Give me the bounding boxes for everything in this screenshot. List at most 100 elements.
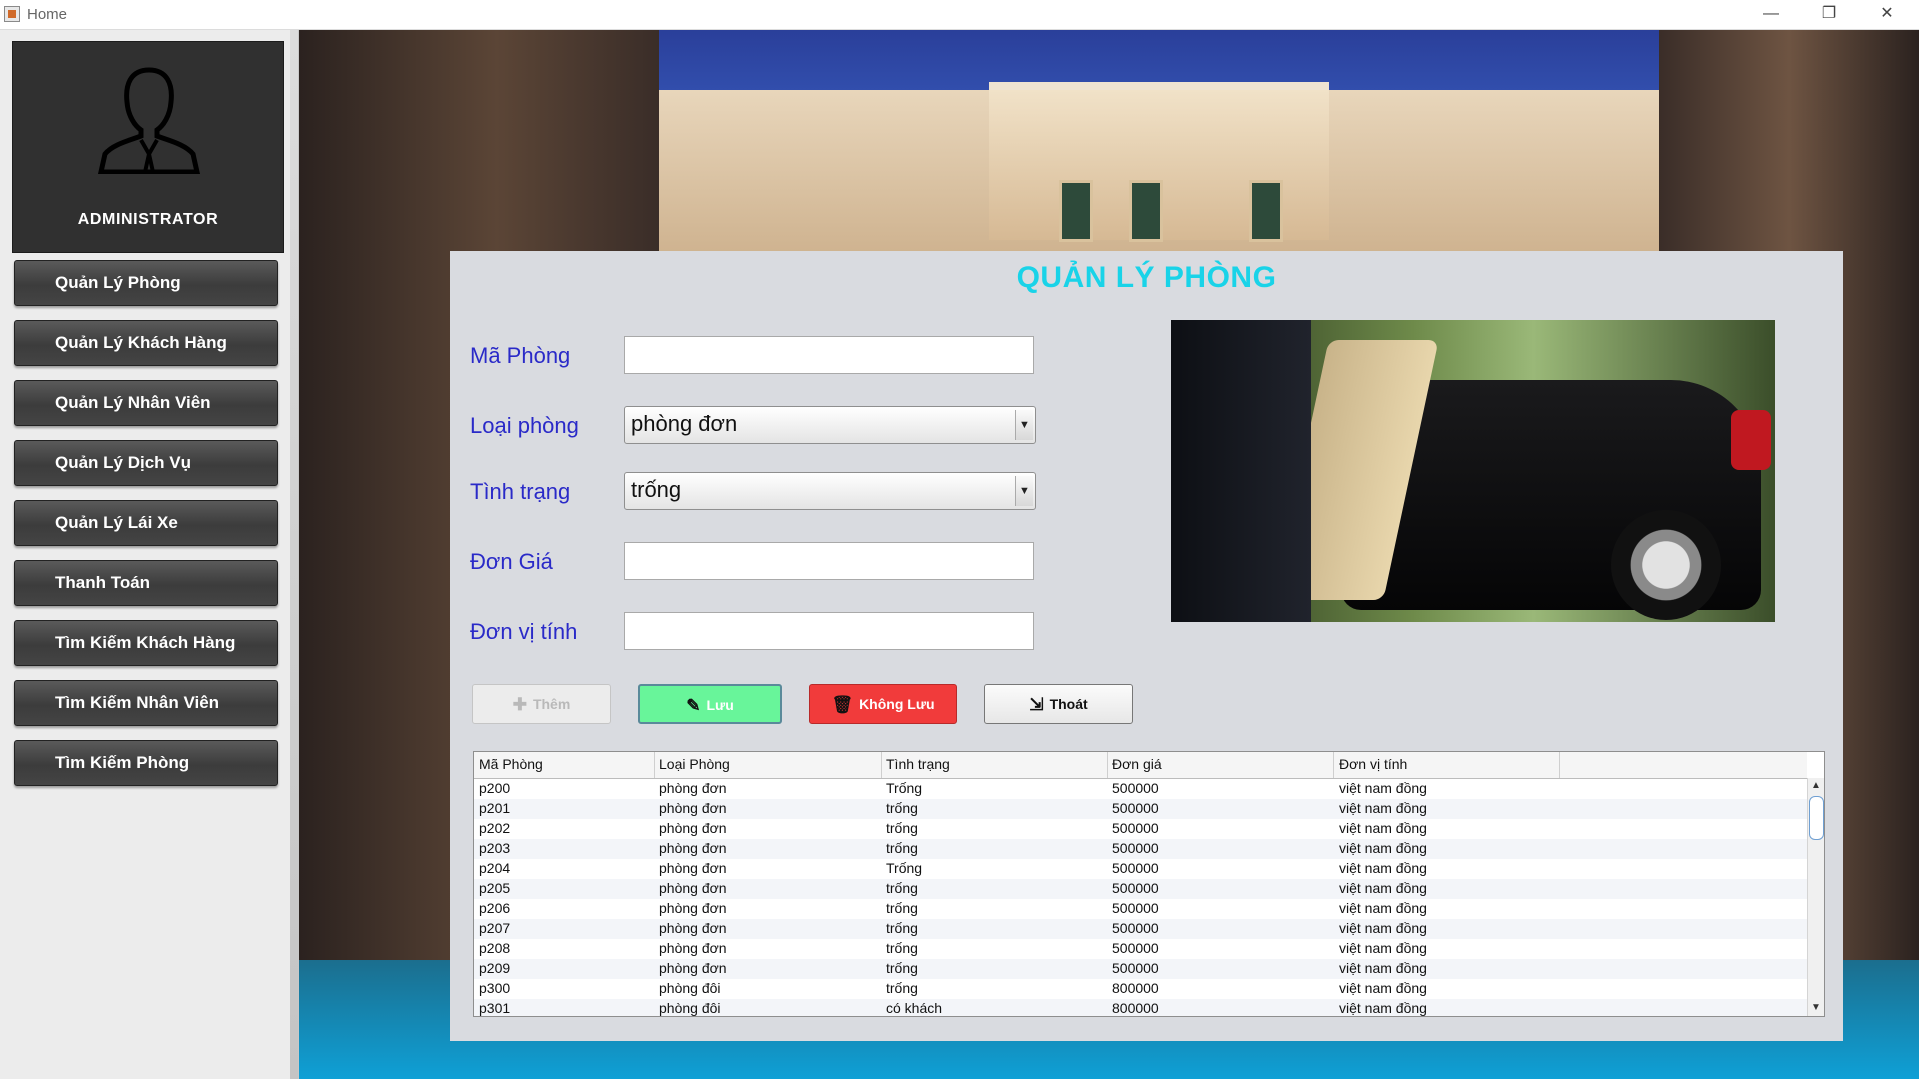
table-row[interactable]: p208 phòng đơn trống 500000 việt nam đồng: [474, 939, 1807, 959]
column-separator[interactable]: [1333, 752, 1334, 778]
thoat-button[interactable]: ⇲ Thoát: [984, 684, 1133, 724]
sidebar-item-tim-kiem-nhan-vien[interactable]: Tìm Kiếm Nhân Viên: [14, 680, 278, 726]
column-separator[interactable]: [1559, 752, 1560, 778]
cell-ma-phong: p208: [479, 940, 511, 956]
table-row[interactable]: p205 phòng đơn trống 500000 việt nam đồng: [474, 879, 1807, 899]
column-header-loai-phong[interactable]: Loại Phòng: [659, 756, 730, 772]
table-row[interactable]: p204 phòng đơn Trống 500000 việt nam đồng: [474, 859, 1807, 879]
cell-loai-phong: phòng đơn: [659, 800, 727, 816]
cell-don-vi-tinh: việt nam đồng: [1339, 980, 1427, 996]
sidebar-item-quan-ly-khach-hang[interactable]: Quản Lý Khách Hàng: [14, 320, 278, 366]
column-header-don-vi-tinh[interactable]: Đơn vị tính: [1339, 756, 1407, 772]
cell-loai-phong: phòng đơn: [659, 920, 727, 936]
khong-luu-button-label: Không Lưu: [859, 696, 935, 712]
table-row[interactable]: p300 phòng đôi trống 800000 việt nam đồng: [474, 979, 1807, 999]
cell-loai-phong: phòng đơn: [659, 880, 727, 896]
column-separator[interactable]: [654, 752, 655, 778]
cell-tinh-trang: trống: [886, 800, 918, 816]
scroll-up-arrow-icon[interactable]: ▲: [1808, 778, 1824, 794]
cell-tinh-trang: trống: [886, 940, 918, 956]
page-title: QUẢN LÝ PHÒNG: [1016, 261, 1277, 294]
luu-button[interactable]: ✎ Lưu: [638, 684, 782, 724]
cell-don-gia: 500000: [1112, 860, 1159, 876]
loai-phong-label: Loại phòng: [470, 413, 579, 438]
chevron-down-icon[interactable]: ▼: [1015, 410, 1033, 440]
cell-don-vi-tinh: việt nam đồng: [1339, 960, 1427, 976]
luu-button-label: Lưu: [706, 697, 734, 713]
hotel-window: [1129, 180, 1163, 242]
column-header-don-gia[interactable]: Đơn giá: [1112, 756, 1162, 772]
sidebar-item-quan-ly-dich-vu[interactable]: Quản Lý Dịch Vụ: [14, 440, 278, 486]
cell-ma-phong: p203: [479, 840, 511, 856]
cell-don-vi-tinh: việt nam đồng: [1339, 900, 1427, 916]
cell-don-gia: 500000: [1112, 840, 1159, 856]
table-row[interactable]: p207 phòng đơn trống 500000 việt nam đồng: [474, 919, 1807, 939]
room-table[interactable]: Mã Phòng Loại Phòng Tình trạng Đơn giá Đ…: [473, 751, 1825, 1017]
hotel-window: [1249, 180, 1283, 242]
sidebar-item-quan-ly-phong[interactable]: Quản Lý Phòng: [14, 260, 278, 306]
window-title: Home: [27, 6, 68, 23]
cell-ma-phong: p300: [479, 980, 511, 996]
table-row[interactable]: p301 phòng đôi có khách 800000 việt nam đồng: [474, 999, 1807, 1016]
car-tail-light: [1731, 410, 1771, 470]
cell-don-vi-tinh: việt nam đồng: [1339, 860, 1427, 876]
table-row[interactable]: p202 phòng đơn trống 500000 việt nam đồng: [474, 819, 1807, 839]
cell-don-vi-tinh: việt nam đồng: [1339, 920, 1427, 936]
pencil-icon: ✎: [686, 696, 701, 715]
close-button[interactable]: ✕: [1858, 0, 1916, 29]
don-vi-tinh-label: Đơn vị tính: [470, 619, 578, 644]
don-gia-input[interactable]: [624, 542, 1034, 580]
table-row[interactable]: p206 phòng đơn trống 500000 việt nam đồng: [474, 899, 1807, 919]
table-scrollbar[interactable]: ▲ ▼: [1807, 778, 1824, 1016]
sidebar-divider: [290, 30, 298, 1079]
tinh-trang-select[interactable]: trống ▼: [624, 472, 1036, 510]
column-header-ma-phong[interactable]: Mã Phòng: [479, 756, 543, 772]
cell-tinh-trang: trống: [886, 960, 918, 976]
admin-label: ADMINISTRATOR: [77, 211, 219, 228]
table-row[interactable]: p203 phòng đơn trống 500000 việt nam đồng: [474, 839, 1807, 859]
cell-tinh-trang: Trống: [886, 860, 923, 876]
cell-tinh-trang: Trống: [886, 780, 923, 796]
scroll-down-arrow-icon[interactable]: ▼: [1808, 1000, 1824, 1016]
column-separator[interactable]: [1107, 752, 1108, 778]
window-title-bar: Home — ❐ ✕: [0, 0, 1919, 30]
table-row[interactable]: p209 phòng đơn trống 500000 việt nam đồng: [474, 959, 1807, 979]
cell-loai-phong: phòng đơn: [659, 940, 727, 956]
column-header-tinh-trang[interactable]: Tình trạng: [886, 756, 950, 772]
cell-don-vi-tinh: việt nam đồng: [1339, 880, 1427, 896]
hotel-window: [1059, 180, 1093, 242]
cell-don-gia: 500000: [1112, 780, 1159, 796]
them-button[interactable]: ✚ Thêm: [472, 684, 611, 724]
car-wheel: [1611, 510, 1721, 620]
sidebar-item-tim-kiem-khach-hang[interactable]: Tìm Kiếm Khách Hàng: [14, 620, 278, 666]
cell-tinh-trang: trống: [886, 920, 918, 936]
table-row[interactable]: p201 phòng đơn trống 500000 việt nam đồng: [474, 799, 1807, 819]
sidebar-item-quan-ly-nhan-vien[interactable]: Quản Lý Nhân Viên: [14, 380, 278, 426]
admin-card: ADMINISTRATOR: [12, 41, 284, 253]
khong-luu-button[interactable]: 🗑 Không Lưu: [809, 684, 957, 724]
cell-don-gia: 500000: [1112, 940, 1159, 956]
don-vi-tinh-input[interactable]: [624, 612, 1034, 650]
java-app-icon: [4, 6, 20, 22]
them-button-label: Thêm: [532, 696, 571, 712]
ma-phong-input[interactable]: [624, 336, 1034, 374]
cell-don-vi-tinh: việt nam đồng: [1339, 820, 1427, 836]
sidebar-item-tim-kiem-phong[interactable]: Tìm Kiếm Phòng: [14, 740, 278, 786]
cell-don-vi-tinh: việt nam đồng: [1339, 1000, 1427, 1016]
cell-don-gia: 500000: [1112, 920, 1159, 936]
restore-button[interactable]: ❐: [1800, 0, 1858, 29]
sidebar-item-quan-ly-lai-xe[interactable]: Quản Lý Lái Xe: [14, 500, 278, 546]
cell-tinh-trang: trống: [886, 840, 918, 856]
chevron-down-icon[interactable]: ▼: [1015, 476, 1033, 506]
chauffeur-car-image: [1171, 320, 1775, 622]
cell-ma-phong: p209: [479, 960, 511, 976]
column-separator[interactable]: [881, 752, 882, 778]
cell-ma-phong: p202: [479, 820, 511, 836]
cell-don-vi-tinh: việt nam đồng: [1339, 840, 1427, 856]
cell-ma-phong: p200: [479, 780, 511, 796]
scroll-thumb[interactable]: [1809, 796, 1824, 840]
sidebar-item-thanh-toan[interactable]: Thanh Toán: [14, 560, 278, 606]
loai-phong-select[interactable]: phòng đơn ▼: [624, 406, 1036, 444]
minimize-button[interactable]: —: [1742, 0, 1800, 29]
table-row[interactable]: p200 phòng đơn Trống 500000 việt nam đồng: [474, 779, 1807, 799]
